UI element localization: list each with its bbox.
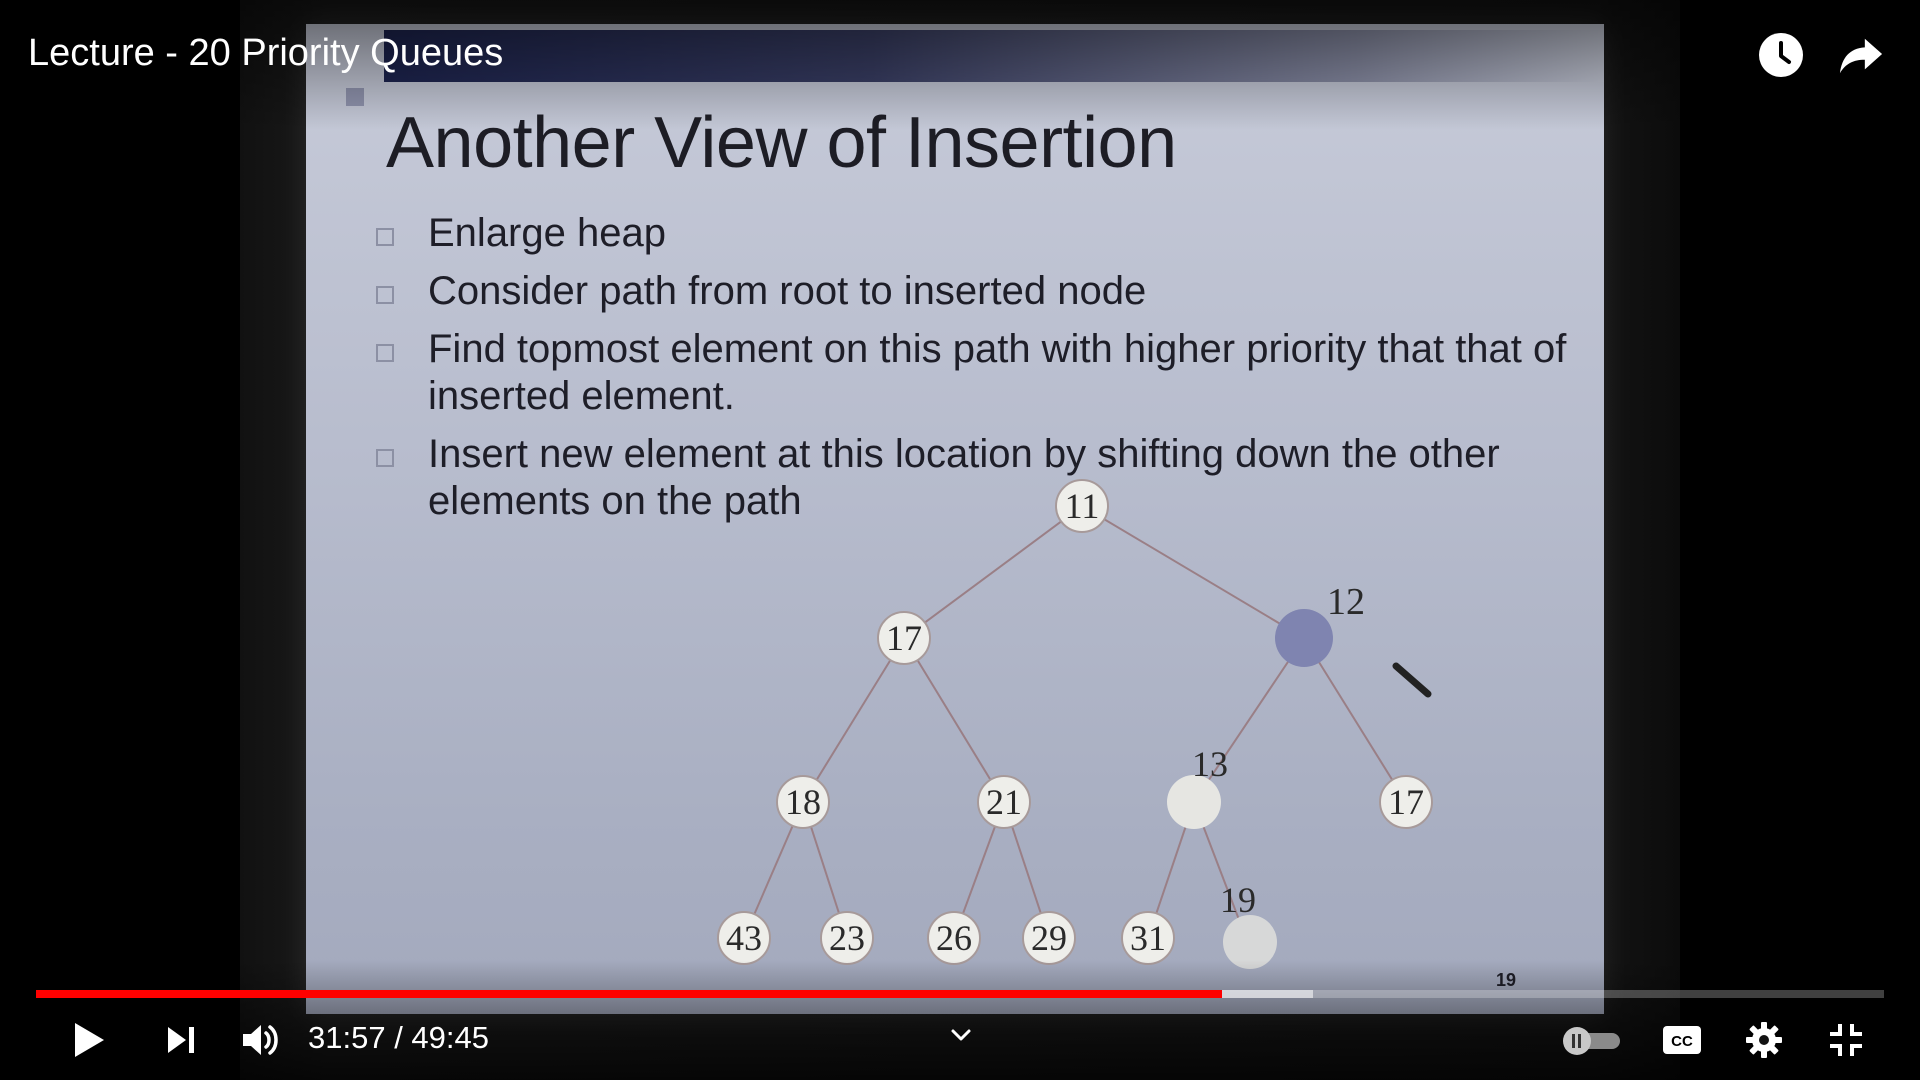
heap-node-label: 43 (726, 918, 762, 958)
share-arrow-icon (1839, 38, 1883, 74)
heap-node-label: 11 (1065, 486, 1100, 526)
heap-edges (743, 505, 1407, 939)
autoplay-toggle[interactable] (1562, 1014, 1624, 1066)
play-button[interactable] (66, 1014, 112, 1066)
next-button[interactable] (158, 1014, 204, 1066)
share-button[interactable] (1838, 32, 1884, 78)
heap-node-label: 18 (785, 782, 821, 822)
watch-later-button[interactable] (1758, 32, 1804, 78)
heap-node-label: 23 (829, 918, 865, 958)
settings-button[interactable] (1740, 1014, 1788, 1066)
volume-icon (243, 1025, 278, 1055)
heap-edge (903, 637, 1005, 803)
video-title[interactable]: Lecture - 20 Priority Queues (28, 32, 503, 75)
next-icon (168, 1027, 194, 1053)
heap-node-label: 26 (936, 918, 972, 958)
chapters-button[interactable] (944, 1018, 978, 1052)
svg-text:CC: CC (1671, 1033, 1693, 1050)
exit-fullscreen-icon (1830, 1024, 1862, 1056)
heap-node: 11 (1055, 479, 1109, 533)
chevron-down-icon (951, 1029, 971, 1041)
heap-node-label: 19 (1220, 880, 1256, 920)
autoplay-toggle-icon (1563, 1027, 1620, 1055)
heap-edge (1081, 505, 1305, 639)
heap-node-label: 17 (1388, 782, 1424, 822)
heap-node-label: 21 (986, 782, 1022, 822)
lecture-slide: Another View of Insertion Enlarge heap C… (306, 24, 1604, 1014)
volume-button[interactable] (236, 1014, 286, 1066)
heap-node: 43 (717, 911, 771, 965)
heap-node-moved: 13 (1167, 744, 1228, 829)
heap-node: 23 (820, 911, 874, 965)
heap-tree-diagram: 11 17 12 18 21 13 17 43 23 26 29 31 19 (717, 479, 1433, 969)
heap-node-label: 31 (1130, 918, 1166, 958)
current-time: 31:57 (308, 1020, 386, 1055)
heap-node: 18 (776, 775, 830, 829)
heap-node-inserted: 19 (1220, 880, 1277, 969)
heap-node: 29 (1022, 911, 1076, 965)
fullscreen-button[interactable] (1822, 1014, 1870, 1066)
heap-node: 17 (877, 611, 931, 665)
video-player[interactable]: Another View of Insertion Enlarge heap C… (0, 0, 1920, 1080)
progress-played (36, 990, 1223, 998)
heap-node-label: 12 (1327, 581, 1365, 623)
heap-node-label: 13 (1192, 744, 1228, 784)
play-icon (75, 1023, 104, 1057)
heap-node: 26 (927, 911, 981, 965)
duration: 49:45 (411, 1020, 489, 1055)
pointer-mark-icon (1392, 662, 1432, 698)
time-separator: / (385, 1020, 412, 1055)
heap-node: 21 (977, 775, 1031, 829)
heap-node: 31 (1121, 911, 1175, 965)
captions-button[interactable]: CC (1658, 1014, 1706, 1066)
cc-icon: CC (1663, 1026, 1701, 1054)
heap-node-label: 17 (886, 618, 922, 658)
clock-icon (1759, 33, 1803, 77)
heap-node: 17 (1379, 775, 1433, 829)
heap-edge (903, 505, 1083, 639)
heap-node-highlighted: 12 (1275, 581, 1365, 667)
time-display: 31:57 / 49:45 (308, 1020, 489, 1056)
heap-edge (802, 637, 905, 803)
progress-bar[interactable] (36, 990, 1884, 998)
gear-icon (1746, 1022, 1782, 1058)
heap-node-label: 29 (1031, 918, 1067, 958)
